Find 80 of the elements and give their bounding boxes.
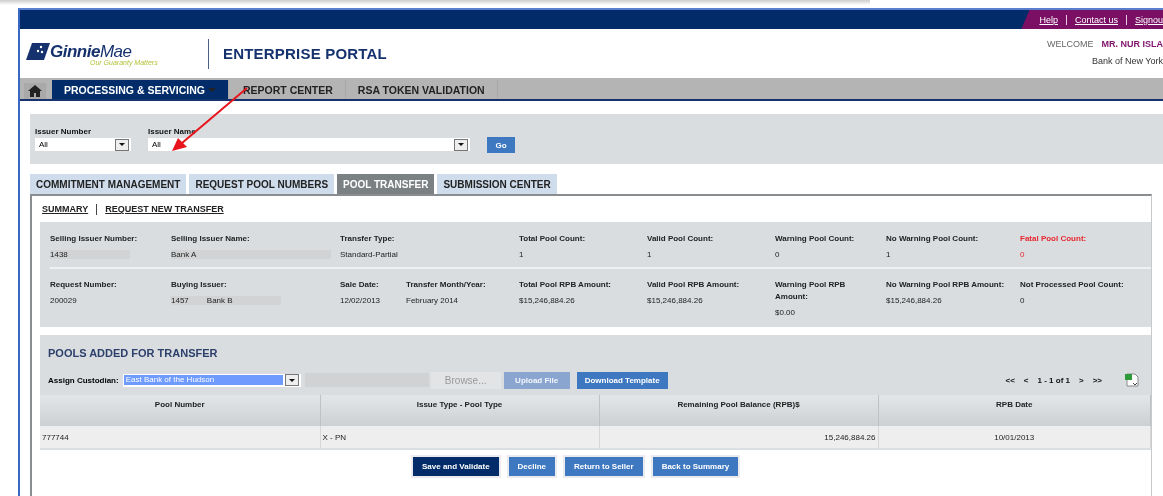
field-label: Valid Pool Count: bbox=[647, 233, 715, 245]
dropdown-field[interactable]: All bbox=[148, 138, 470, 151]
field-label: Valid Pool RPB Amount: bbox=[647, 279, 741, 291]
field-value: 0 bbox=[1020, 250, 1025, 259]
action-button[interactable]: Decline bbox=[508, 457, 556, 476]
field-value: Bank A bbox=[171, 250, 197, 259]
field-value: Standard-Partial bbox=[340, 250, 398, 259]
pager-link[interactable]: < bbox=[1023, 375, 1029, 385]
column-header: Issue Type - Pool Type bbox=[320, 395, 599, 426]
download-button[interactable]: Download Template bbox=[576, 371, 668, 389]
field-label: Sale Date: bbox=[340, 279, 380, 291]
pager-link[interactable]: << bbox=[1005, 375, 1015, 385]
table-cell: 777744 bbox=[40, 426, 320, 449]
top-link[interactable]: Contact us bbox=[1065, 14, 1118, 25]
field-value: $0.00 bbox=[775, 308, 796, 317]
action-button[interactable]: Return to Seller bbox=[565, 457, 643, 476]
nav-tab[interactable]: REPORT CENTER bbox=[231, 80, 346, 99]
go-button[interactable]: Go bbox=[487, 137, 515, 153]
section-title: POOLS ADDED FOR TRANSFER bbox=[47, 346, 219, 361]
field-value: 0 bbox=[1020, 296, 1025, 305]
portal-title: ENTERPRISE PORTAL bbox=[223, 45, 387, 62]
page-count: 1 - 1 of 1 bbox=[1037, 375, 1070, 385]
field-label: Selling Issuer Number: bbox=[50, 233, 139, 245]
field-label: Issuer Number bbox=[35, 127, 93, 136]
field-label: Buying Issuer: bbox=[171, 279, 228, 291]
top-link[interactable]: Help bbox=[1039, 14, 1058, 25]
field-label: Total Pool Count: bbox=[519, 233, 587, 245]
field-label: Assign Custodian: bbox=[48, 375, 119, 385]
column-header: Remaining Pool Balance (RPB)$ bbox=[599, 395, 878, 426]
field-value: 1438 bbox=[50, 250, 68, 259]
field-value: February 2014 bbox=[406, 296, 459, 305]
top-link[interactable]: Signou bbox=[1125, 14, 1163, 25]
field-value: 200029 bbox=[50, 296, 77, 305]
tab[interactable]: POOL TRANSFER bbox=[337, 174, 435, 194]
field-label: No Warning Pool RPB Amount: bbox=[886, 279, 1006, 291]
spreadsheet-export-icon[interactable] bbox=[1124, 373, 1139, 387]
tab[interactable]: COMMITMENT MANAGEMENT bbox=[30, 174, 187, 194]
welcome-label: WELCOME bbox=[1047, 39, 1094, 49]
flag-logo-icon bbox=[26, 43, 50, 60]
field-value: 1 bbox=[886, 250, 891, 259]
pager-link[interactable]: > bbox=[1079, 375, 1084, 385]
tab[interactable]: SUBMISSION CENTER bbox=[437, 174, 557, 194]
field-value: $15,246,884.26 bbox=[519, 296, 575, 305]
field-value: $15,246,884.26 bbox=[886, 296, 942, 305]
field-label: Not Processed Pool Count: bbox=[1020, 279, 1125, 291]
field-label: Selling Issuer Name: bbox=[171, 233, 251, 245]
table-cell: 15,246,884.26 bbox=[599, 426, 878, 449]
field-value: 12/02/2013 bbox=[340, 296, 381, 305]
brand-name: GinnieMae bbox=[50, 41, 132, 61]
field-label: Total Pool RPB Amount: bbox=[519, 279, 612, 291]
field-label: Transfer Type: bbox=[340, 233, 396, 245]
tab[interactable]: REQUEST POOL NUMBERS bbox=[189, 174, 335, 194]
field-label: Request Number: bbox=[50, 279, 118, 291]
column-header: Pool Number bbox=[40, 395, 320, 426]
table-cell: X - PN bbox=[320, 426, 599, 449]
home-icon[interactable] bbox=[24, 83, 46, 99]
field-value: 0 bbox=[775, 250, 780, 259]
field-value: $15,246,884.26 bbox=[647, 296, 703, 305]
field-label: Warning Pool RPB Amount: bbox=[775, 279, 847, 303]
field-label: Transfer Month/Year: bbox=[406, 279, 487, 291]
nav-tab[interactable]: RSA TOKEN VALIDATION bbox=[345, 80, 498, 99]
field-label: Issuer Name bbox=[148, 127, 197, 136]
section-link[interactable]: REQUEST NEW TRANSFER bbox=[105, 204, 224, 214]
field-value: 1457 bbox=[171, 296, 189, 305]
nav-tab[interactable]: PROCESSING & SERVICING bbox=[52, 80, 229, 99]
pager-link[interactable]: >> bbox=[1092, 375, 1102, 385]
field-value: 1 bbox=[519, 250, 524, 259]
column-header: RPB Date bbox=[878, 395, 1151, 426]
user-name: MR. NUR ISLA bbox=[1101, 39, 1163, 49]
field-value: 1 bbox=[647, 250, 652, 259]
field-label: Fatal Pool Count: bbox=[1020, 233, 1088, 245]
section-link[interactable]: SUMMARY bbox=[42, 204, 89, 214]
field-label: No Warning Pool Count: bbox=[886, 233, 980, 245]
action-button[interactable]: Save and Validate bbox=[413, 457, 499, 476]
field-value: Bank B bbox=[206, 296, 233, 305]
table-cell: 10/01/2013 bbox=[878, 426, 1151, 449]
organization-name: Bank of New York bbox=[1091, 56, 1163, 66]
dropdown-field[interactable]: All bbox=[35, 138, 131, 151]
field-label: Warning Pool Count: bbox=[775, 233, 856, 245]
action-button[interactable]: Back to Summary bbox=[652, 457, 739, 476]
